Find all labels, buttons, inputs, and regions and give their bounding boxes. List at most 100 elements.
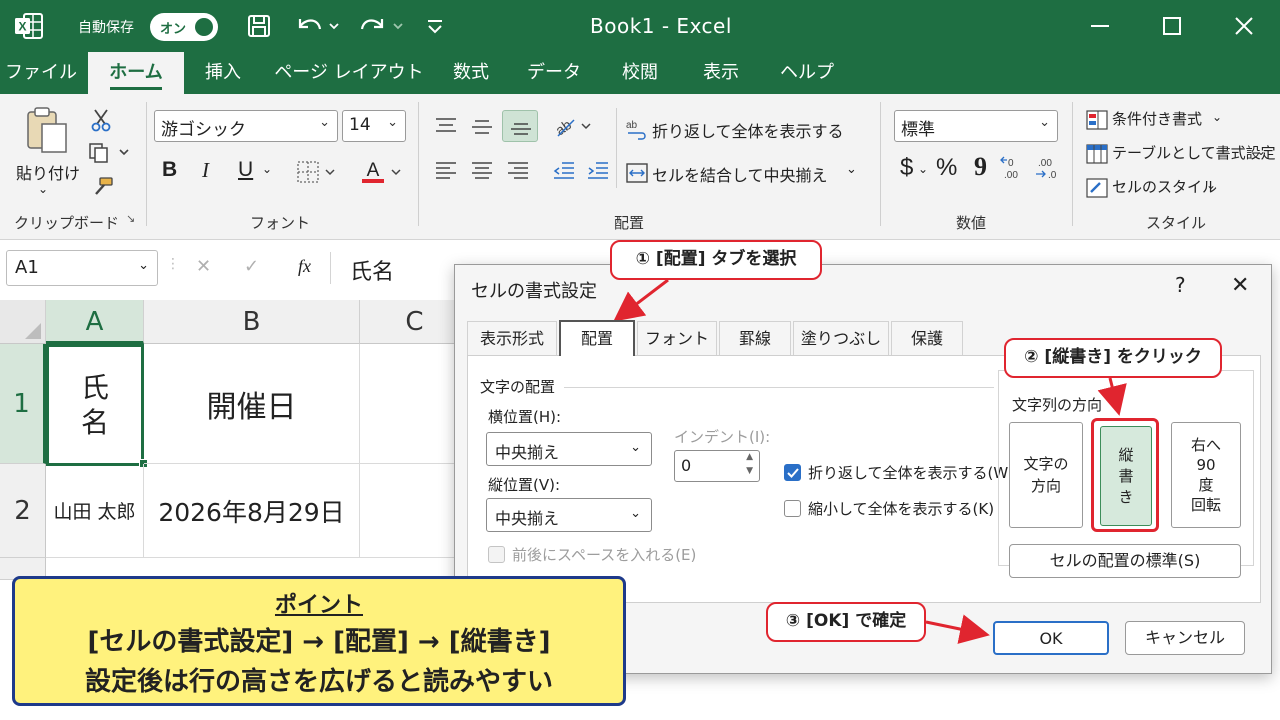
cancel-entry-icon[interactable]: ✕ [196, 256, 211, 277]
tab-file[interactable]: ファイル [0, 52, 82, 94]
column-header-b[interactable]: B [144, 300, 360, 344]
reset-alignment-button[interactable]: セルの配置の標準(S) [1009, 544, 1241, 578]
bold-button[interactable]: B [162, 158, 177, 182]
chevron-down-icon[interactable]: ⌄ [918, 162, 928, 176]
format-as-table-label[interactable]: テーブルとして書式設定 [1112, 142, 1276, 163]
horizontal-combo[interactable]: 中央揃え ⌄ [486, 432, 652, 466]
wrap-text-label[interactable]: 折り返して全体を表示する [652, 118, 844, 142]
chevron-down-icon[interactable]: ⌄ [1256, 144, 1266, 158]
chevron-down-icon[interactable]: ⌄ [1206, 178, 1216, 192]
customize-qat-icon[interactable] [424, 13, 446, 39]
formula-input[interactable]: 氏名 [340, 250, 450, 286]
row-header-2[interactable]: 2 [0, 464, 46, 558]
cancel-button[interactable]: キャンセル [1125, 621, 1245, 655]
rotate-90-button[interactable]: 右へ 90 度 回転 [1171, 422, 1241, 528]
dialog-tab-font[interactable]: フォント [637, 321, 717, 355]
cell-b1[interactable]: 開催日 [144, 344, 360, 464]
number-format-combo[interactable]: 標準 ⌄ [894, 110, 1058, 142]
align-top-icon[interactable] [434, 116, 458, 136]
spin-up-icon[interactable]: ▲ [746, 452, 753, 462]
cell-b2[interactable]: 2026年8月29日 [144, 464, 360, 558]
shrink-to-fit-checkbox[interactable] [784, 500, 801, 517]
dialog-tab-number[interactable]: 表示形式 [467, 321, 557, 355]
group-separator [146, 102, 147, 226]
chevron-down-icon[interactable]: ⌄ [1212, 110, 1222, 124]
align-left-icon[interactable] [434, 160, 458, 182]
save-icon[interactable] [246, 13, 272, 39]
autosave-toggle[interactable]: オン [150, 13, 218, 41]
cell-styles-label[interactable]: セルのスタイル [1112, 176, 1217, 197]
format-painter-icon[interactable] [90, 176, 114, 198]
align-bottom-button[interactable] [502, 110, 538, 142]
align-middle-icon[interactable] [470, 116, 494, 136]
conditional-format-label[interactable]: 条件付き書式 [1112, 108, 1202, 129]
callout-step1: ① [配置] タブを選択 [610, 240, 822, 280]
justify-distributed-checkbox[interactable] [488, 546, 505, 563]
paste-dropdown-icon[interactable]: ⌄ [38, 182, 48, 196]
tab-view[interactable]: 表示 [690, 52, 752, 94]
point-line-2: 設定後は行の高さを広げると読みやすい [84, 667, 553, 697]
dialog-tab-border[interactable]: 罫線 [719, 321, 791, 355]
cell-styles-icon[interactable] [1086, 178, 1108, 198]
dialog-close-icon[interactable]: ✕ [1231, 273, 1249, 298]
increase-indent-icon[interactable] [586, 160, 610, 182]
chevron-down-icon[interactable]: ⌄ [846, 162, 857, 177]
merge-center-icon[interactable] [626, 162, 648, 184]
tab-formulas[interactable]: 数式 [440, 52, 502, 94]
underline-button[interactable]: U [238, 158, 253, 182]
indent-spinner[interactable]: 0 ▲ ▼ [674, 450, 760, 482]
font-name-combo[interactable]: 游ゴシック ⌄ [154, 110, 338, 142]
wrap-text-checkbox[interactable] [784, 464, 801, 481]
borders-icon[interactable] [296, 160, 340, 184]
close-icon[interactable] [1232, 14, 1256, 38]
align-center-icon[interactable] [470, 160, 494, 182]
name-box[interactable]: A1 ⌄ [6, 250, 158, 286]
cell-a1[interactable]: 氏 名 [46, 344, 144, 466]
dialog-tab-protection[interactable]: 保護 [891, 321, 963, 355]
confirm-entry-icon[interactable]: ✓ [244, 256, 259, 277]
currency-button[interactable]: $ [900, 154, 913, 182]
select-all-corner[interactable] [0, 300, 46, 344]
dialog-tab-fill[interactable]: 塗りつぶし [793, 321, 889, 355]
column-header-a[interactable]: A [46, 300, 144, 344]
undo-icon[interactable] [294, 13, 342, 39]
orientation-icon[interactable]: ab [552, 112, 594, 140]
cell-a2[interactable]: 山田 太郎 [46, 464, 144, 558]
ok-button[interactable]: OK [993, 621, 1109, 655]
italic-button[interactable]: I [202, 158, 209, 183]
point-box: ポイント [セルの書式設定] → [配置] → [縦書き] 設定後は行の高さを広… [12, 576, 626, 706]
insert-function-button[interactable]: fx [298, 256, 311, 277]
tab-help[interactable]: ヘルプ [770, 52, 844, 94]
increase-decimal-icon[interactable]: 0 .00 [1000, 154, 1030, 182]
dialog-tab-alignment[interactable]: 配置 [559, 320, 635, 356]
row-header-1[interactable]: 1 [0, 344, 46, 464]
align-right-icon[interactable] [506, 160, 530, 182]
maximize-icon[interactable] [1160, 14, 1184, 38]
font-color-icon[interactable]: A [360, 158, 406, 186]
tab-page-layout[interactable]: ページ レイアウト [266, 52, 432, 94]
wrap-text-icon[interactable]: ab [626, 118, 648, 140]
copy-icon[interactable] [88, 142, 132, 164]
percent-button[interactable]: % [936, 154, 957, 182]
redo-icon[interactable] [358, 13, 406, 39]
tab-home[interactable]: ホーム [88, 52, 184, 94]
tab-insert[interactable]: 挿入 [190, 52, 256, 94]
minimize-icon[interactable] [1088, 14, 1112, 38]
decrease-indent-icon[interactable] [552, 160, 576, 182]
vertical-combo[interactable]: 中央揃え ⌄ [486, 498, 652, 532]
merge-center-label[interactable]: セルを結合して中央揃え [652, 162, 828, 186]
tab-review[interactable]: 校閲 [608, 52, 672, 94]
cut-icon[interactable] [90, 108, 112, 132]
spin-down-icon[interactable]: ▼ [746, 466, 753, 476]
tab-data[interactable]: データ [518, 52, 590, 94]
help-icon[interactable]: ? [1175, 273, 1186, 297]
font-size-combo[interactable]: 14 ⌄ [342, 110, 406, 142]
chevron-down-icon[interactable]: ⌄ [262, 162, 272, 176]
clipboard-launcher-icon[interactable]: ↘ [126, 212, 135, 225]
paste-icon[interactable] [22, 106, 70, 156]
format-as-table-icon[interactable] [1086, 144, 1108, 164]
comma-style-button[interactable]: 9 [974, 152, 987, 182]
conditional-format-icon[interactable] [1086, 110, 1108, 130]
decrease-decimal-icon[interactable]: .00 .0 [1034, 154, 1064, 182]
orientation-text-button[interactable]: 文字の 方向 [1009, 422, 1083, 528]
